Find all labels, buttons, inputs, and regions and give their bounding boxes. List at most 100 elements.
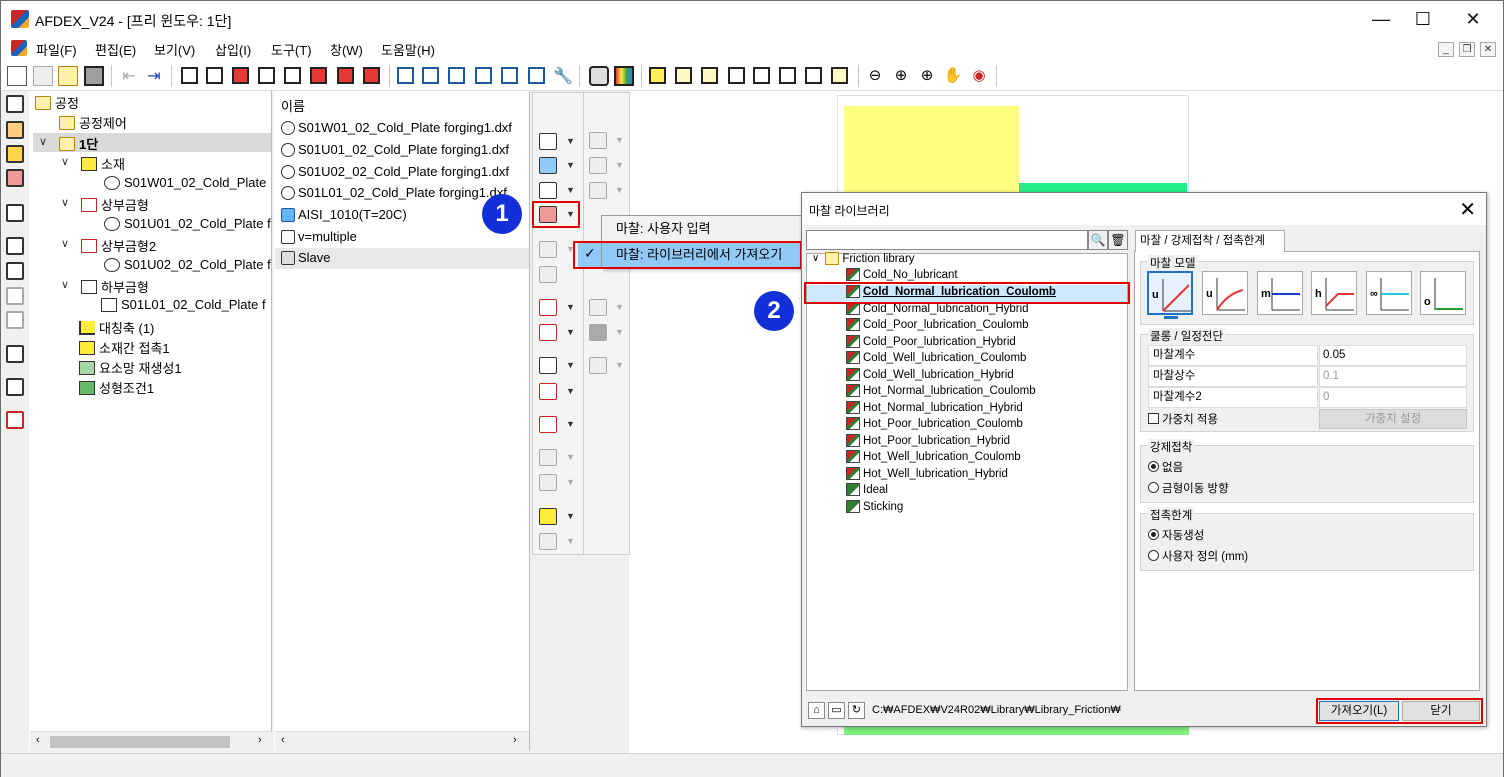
wrench-icon[interactable]: 🔧 bbox=[553, 66, 573, 86]
close-button[interactable]: ✕ bbox=[1453, 5, 1493, 33]
disabled-tool-icon[interactable] bbox=[589, 299, 607, 316]
scroll-left-icon[interactable]: ‹ bbox=[281, 734, 285, 746]
dropdown-arrow-icon[interactable]: ▼ bbox=[615, 160, 624, 170]
search-icon[interactable]: 🔍 bbox=[1088, 230, 1108, 250]
list-hscrollbar[interactable]: ‹ › bbox=[275, 731, 529, 751]
tree-hscrollbar[interactable]: ‹ › bbox=[30, 731, 272, 751]
radio-none[interactable]: 없음 bbox=[1148, 459, 1183, 475]
heat-model-button[interactable]: h bbox=[1311, 271, 1357, 315]
rotate-view-icon[interactable]: ◉ bbox=[969, 66, 989, 86]
view-front-icon[interactable] bbox=[206, 67, 223, 84]
open-folder-icon[interactable] bbox=[58, 66, 78, 86]
weight-settings-button[interactable]: 가중치 설정 bbox=[1319, 409, 1467, 429]
view-back-icon[interactable] bbox=[232, 67, 249, 84]
view-left-icon[interactable] bbox=[258, 67, 275, 84]
radio-icon[interactable] bbox=[1148, 482, 1159, 493]
tree-item-upper-die-mesh[interactable]: S01U01_02_Cold_Plate f bbox=[104, 216, 271, 231]
dropdown-arrow-icon[interactable]: ▼ bbox=[615, 360, 624, 370]
list-item[interactable]: AISI_1010(T=20C) bbox=[281, 207, 407, 222]
minimize-button[interactable]: — bbox=[1361, 5, 1401, 33]
disabled-tool-icon[interactable] bbox=[539, 266, 557, 283]
checkbox-icon[interactable] bbox=[1148, 413, 1159, 424]
coulomb-model-button[interactable]: u bbox=[1147, 271, 1193, 315]
tree-item-condition[interactable]: 성형조건1 bbox=[79, 378, 154, 397]
friction-coefficient-input[interactable]: 0.05 bbox=[1319, 345, 1467, 366]
library-item[interactable]: Hot_Poor_lubrication_Coulomb bbox=[846, 417, 1023, 430]
layout-icon[interactable] bbox=[6, 345, 24, 363]
save-icon[interactable] bbox=[84, 66, 104, 86]
library-item[interactable]: Cold_Poor_lubrication_Coulomb bbox=[846, 318, 1029, 331]
disabled-tool-icon[interactable] bbox=[589, 357, 607, 374]
chevron-down-icon[interactable]: ∨ bbox=[812, 253, 819, 264]
rotate-yn-icon[interactable] bbox=[501, 67, 518, 84]
hybrid-model-button[interactable]: u bbox=[1202, 271, 1248, 315]
arrange-icon[interactable] bbox=[6, 237, 24, 255]
delete-icon[interactable]: 🗑 bbox=[1108, 230, 1128, 250]
dropdown-arrow-icon[interactable]: ▼ bbox=[615, 135, 624, 145]
probe-icon[interactable] bbox=[6, 378, 24, 396]
tree-item-lower-die-mesh[interactable]: S01L01_02_Cold_Plate f bbox=[101, 297, 266, 312]
view-iso-icon[interactable] bbox=[181, 67, 198, 84]
dropdown-arrow-icon[interactable]: ▼ bbox=[566, 477, 575, 487]
radio-die-direction[interactable]: 금형이동 방향 bbox=[1148, 480, 1229, 496]
disabled-tool-icon[interactable] bbox=[589, 324, 607, 341]
rotate-xn-icon[interactable] bbox=[475, 67, 492, 84]
tree-item-material-mesh[interactable]: S01W01_02_Cold_Plate bbox=[104, 175, 266, 190]
radio-auto[interactable]: 자동생성 bbox=[1148, 527, 1204, 543]
list-item[interactable]: v=multiple bbox=[281, 229, 357, 244]
chevron-down-icon[interactable]: ∨ bbox=[61, 155, 69, 168]
scroll-thumb[interactable] bbox=[50, 736, 230, 748]
hammer-icon[interactable] bbox=[539, 383, 557, 400]
temperature-tool-icon[interactable] bbox=[539, 157, 557, 174]
view-right-icon[interactable] bbox=[284, 67, 301, 84]
library-item[interactable]: Hot_Normal_lubrication_Hybrid bbox=[846, 401, 1023, 414]
open-disabled-icon[interactable] bbox=[33, 66, 53, 86]
mdi-restore-button[interactable]: ❐ bbox=[1459, 42, 1475, 57]
export-icon[interactable]: ⇥ bbox=[144, 66, 164, 86]
disabled-tool-icon[interactable] bbox=[539, 474, 557, 491]
disabled-tool-icon[interactable] bbox=[539, 533, 557, 550]
shade-icon[interactable] bbox=[649, 67, 666, 84]
title-bar[interactable]: AFDEX_V24 - [프리 윈도우: 1단] — ☐ ✕ bbox=[1, 1, 1503, 37]
view-top-icon[interactable] bbox=[310, 67, 327, 84]
tree-item-contact[interactable]: 소재간 접촉1 bbox=[79, 338, 170, 357]
library-item[interactable]: Ideal bbox=[846, 483, 888, 496]
dropdown-arrow-icon[interactable]: ▼ bbox=[566, 452, 575, 462]
grid-icon[interactable] bbox=[6, 262, 24, 280]
library-item[interactable]: Hot_Poor_lubrication_Hybrid bbox=[846, 434, 1010, 447]
chevron-down-icon[interactable]: ∨ bbox=[39, 135, 47, 148]
radio-icon[interactable] bbox=[1148, 550, 1159, 561]
material-tool-icon[interactable] bbox=[539, 133, 557, 150]
heat-tool-icon[interactable] bbox=[539, 182, 557, 199]
zoom-window-icon[interactable]: ⊕ bbox=[917, 66, 937, 86]
dialog-title-bar[interactable]: 마찰 라이브러리 ✕ bbox=[802, 193, 1486, 225]
tree-item-process-control[interactable]: 공정제어 bbox=[59, 113, 127, 132]
menu-view[interactable]: 보기(V) bbox=[154, 40, 195, 59]
tree-item-upper-die[interactable]: 상부금형 bbox=[81, 195, 149, 214]
home-icon[interactable]: ⌂ bbox=[808, 702, 825, 719]
dropdown-arrow-icon[interactable]: ▼ bbox=[615, 302, 624, 312]
menu-edit[interactable]: 편집(E) bbox=[95, 40, 136, 59]
list-item[interactable]: S01U02_02_Cold_Plate forging1.dxf bbox=[281, 164, 509, 179]
library-item[interactable]: Hot_Normal_lubrication_Coulomb bbox=[846, 384, 1036, 397]
section-icon[interactable] bbox=[831, 67, 848, 84]
scroll-right-icon[interactable]: › bbox=[513, 734, 517, 746]
tree-item-upper-die2-mesh[interactable]: S01U02_02_Cold_Plate f bbox=[104, 257, 271, 272]
dropdown-arrow-icon[interactable]: ▼ bbox=[566, 185, 575, 195]
new-file-icon[interactable] bbox=[7, 66, 27, 86]
library-item[interactable]: Cold_Well_lubrication_Coulomb bbox=[846, 351, 1026, 364]
dropdown-arrow-icon[interactable]: ▼ bbox=[566, 511, 575, 521]
rotate-z-icon[interactable] bbox=[448, 67, 465, 84]
palette-icon[interactable] bbox=[614, 66, 634, 86]
tree-view-icon[interactable] bbox=[6, 95, 24, 113]
dropdown-arrow-icon[interactable]: ▼ bbox=[615, 327, 624, 337]
stroke-icon[interactable] bbox=[539, 357, 557, 374]
chevron-down-icon[interactable]: ∨ bbox=[61, 237, 69, 250]
dropdown-arrow-icon[interactable]: ▼ bbox=[566, 302, 575, 312]
dropdown-arrow-icon[interactable]: ▼ bbox=[615, 185, 624, 195]
disabled-tool-icon[interactable] bbox=[539, 449, 557, 466]
wire-shade-icon[interactable] bbox=[675, 67, 692, 84]
shear-model-button[interactable]: m bbox=[1257, 271, 1303, 315]
dropdown-arrow-icon[interactable]: ▼ bbox=[566, 419, 575, 429]
friction-constant-input[interactable]: 0.1 bbox=[1319, 366, 1467, 387]
